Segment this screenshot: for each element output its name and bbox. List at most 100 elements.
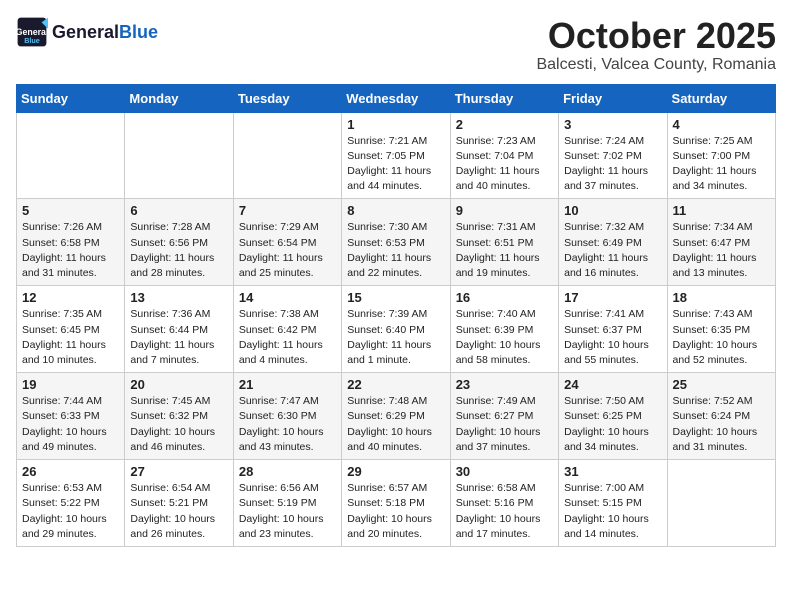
day-number: 28 bbox=[239, 464, 336, 479]
day-info: Sunrise: 7:35 AMSunset: 6:45 PMDaylight:… bbox=[22, 307, 119, 368]
calendar-cell: 31 Sunrise: 7:00 AMSunset: 5:15 PMDayligh… bbox=[559, 460, 667, 547]
day-info: Sunrise: 7:31 AMSunset: 6:51 PMDaylight:… bbox=[456, 220, 553, 281]
logo: General Blue GeneralBlue bbox=[16, 16, 158, 48]
day-info: Sunrise: 7:21 AMSunset: 7:05 PMDaylight:… bbox=[347, 134, 444, 195]
calendar-cell: 4 Sunrise: 7:25 AMSunset: 7:00 PMDaylight… bbox=[667, 112, 775, 199]
day-number: 9 bbox=[456, 203, 553, 218]
logo-text-blue: Blue bbox=[119, 22, 158, 42]
weekday-header: Sunday bbox=[17, 84, 125, 112]
title-block: October 2025 Balcesti, Valcea County, Ro… bbox=[536, 16, 776, 74]
day-number: 12 bbox=[22, 290, 119, 305]
calendar-cell: 1 Sunrise: 7:21 AMSunset: 7:05 PMDaylight… bbox=[342, 112, 450, 199]
day-number: 22 bbox=[347, 377, 444, 392]
calendar-cell: 29 Sunrise: 6:57 AMSunset: 5:18 PMDayligh… bbox=[342, 460, 450, 547]
day-number: 7 bbox=[239, 203, 336, 218]
day-number: 2 bbox=[456, 117, 553, 132]
calendar-cell: 21 Sunrise: 7:47 AMSunset: 6:30 PMDayligh… bbox=[233, 373, 341, 460]
day-info: Sunrise: 7:50 AMSunset: 6:25 PMDaylight:… bbox=[564, 394, 661, 455]
day-info: Sunrise: 7:26 AMSunset: 6:58 PMDaylight:… bbox=[22, 220, 119, 281]
day-number: 18 bbox=[673, 290, 770, 305]
day-info: Sunrise: 7:23 AMSunset: 7:04 PMDaylight:… bbox=[456, 134, 553, 195]
calendar-cell: 2 Sunrise: 7:23 AMSunset: 7:04 PMDaylight… bbox=[450, 112, 558, 199]
calendar-cell bbox=[233, 112, 341, 199]
calendar-cell: 24 Sunrise: 7:50 AMSunset: 6:25 PMDayligh… bbox=[559, 373, 667, 460]
calendar-week-row: 5 Sunrise: 7:26 AMSunset: 6:58 PMDaylight… bbox=[17, 199, 776, 286]
day-info: Sunrise: 7:49 AMSunset: 6:27 PMDaylight:… bbox=[456, 394, 553, 455]
calendar-cell: 23 Sunrise: 7:49 AMSunset: 6:27 PMDayligh… bbox=[450, 373, 558, 460]
day-info: Sunrise: 7:39 AMSunset: 6:40 PMDaylight:… bbox=[347, 307, 444, 368]
month-title: October 2025 bbox=[536, 16, 776, 56]
calendar-cell: 5 Sunrise: 7:26 AMSunset: 6:58 PMDaylight… bbox=[17, 199, 125, 286]
day-info: Sunrise: 7:47 AMSunset: 6:30 PMDaylight:… bbox=[239, 394, 336, 455]
calendar-cell: 26Sunrise: 6:53 AMSunset: 5:22 PMDayligh… bbox=[17, 460, 125, 547]
calendar-cell: 14Sunrise: 7:38 AMSunset: 6:42 PMDayligh… bbox=[233, 286, 341, 373]
day-number: 21 bbox=[239, 377, 336, 392]
calendar-cell: 18 Sunrise: 7:43 AMSunset: 6:35 PMDayligh… bbox=[667, 286, 775, 373]
calendar-cell: 27Sunrise: 6:54 AMSunset: 5:21 PMDayligh… bbox=[125, 460, 233, 547]
day-number: 31 bbox=[564, 464, 661, 479]
day-number: 4 bbox=[673, 117, 770, 132]
calendar-cell: 25 Sunrise: 7:52 AMSunset: 6:24 PMDayligh… bbox=[667, 373, 775, 460]
day-number: 26 bbox=[22, 464, 119, 479]
day-number: 15 bbox=[347, 290, 444, 305]
weekday-header-row: SundayMondayTuesdayWednesdayThursdayFrid… bbox=[17, 84, 776, 112]
calendar-cell bbox=[17, 112, 125, 199]
day-info: Sunrise: 6:57 AMSunset: 5:18 PMDaylight:… bbox=[347, 481, 444, 542]
calendar-cell: 8Sunrise: 7:30 AMSunset: 6:53 PMDaylight… bbox=[342, 199, 450, 286]
day-info: Sunrise: 7:24 AMSunset: 7:02 PMDaylight:… bbox=[564, 134, 661, 195]
calendar-cell: 3 Sunrise: 7:24 AMSunset: 7:02 PMDaylight… bbox=[559, 112, 667, 199]
day-number: 20 bbox=[130, 377, 227, 392]
calendar-table: SundayMondayTuesdayWednesdayThursdayFrid… bbox=[16, 84, 776, 547]
day-number: 24 bbox=[564, 377, 661, 392]
calendar-cell: 20Sunrise: 7:45 AMSunset: 6:32 PMDayligh… bbox=[125, 373, 233, 460]
calendar-cell bbox=[667, 460, 775, 547]
calendar-cell: 7 Sunrise: 7:29 AMSunset: 6:54 PMDaylight… bbox=[233, 199, 341, 286]
weekday-header: Friday bbox=[559, 84, 667, 112]
calendar-cell bbox=[125, 112, 233, 199]
day-info: Sunrise: 7:48 AMSunset: 6:29 PMDaylight:… bbox=[347, 394, 444, 455]
day-number: 30 bbox=[456, 464, 553, 479]
calendar-cell: 22 Sunrise: 7:48 AMSunset: 6:29 PMDayligh… bbox=[342, 373, 450, 460]
logo-text-general: General bbox=[52, 22, 119, 42]
calendar-cell: 6Sunrise: 7:28 AMSunset: 6:56 PMDaylight… bbox=[125, 199, 233, 286]
calendar-cell: 15 Sunrise: 7:39 AMSunset: 6:40 PMDayligh… bbox=[342, 286, 450, 373]
calendar-week-row: 19Sunrise: 7:44 AMSunset: 6:33 PMDayligh… bbox=[17, 373, 776, 460]
day-number: 1 bbox=[347, 117, 444, 132]
weekday-header: Tuesday bbox=[233, 84, 341, 112]
day-number: 29 bbox=[347, 464, 444, 479]
day-info: Sunrise: 7:52 AMSunset: 6:24 PMDaylight:… bbox=[673, 394, 770, 455]
day-number: 19 bbox=[22, 377, 119, 392]
day-info: Sunrise: 7:25 AMSunset: 7:00 PMDaylight:… bbox=[673, 134, 770, 195]
weekday-header: Wednesday bbox=[342, 84, 450, 112]
day-info: Sunrise: 7:43 AMSunset: 6:35 PMDaylight:… bbox=[673, 307, 770, 368]
day-number: 6 bbox=[130, 203, 227, 218]
calendar-cell: 11 Sunrise: 7:34 AMSunset: 6:47 PMDayligh… bbox=[667, 199, 775, 286]
location-title: Balcesti, Valcea County, Romania bbox=[536, 56, 776, 74]
day-number: 17 bbox=[564, 290, 661, 305]
day-info: Sunrise: 7:34 AMSunset: 6:47 PMDaylight:… bbox=[673, 220, 770, 281]
calendar-week-row: 12 Sunrise: 7:35 AMSunset: 6:45 PMDayligh… bbox=[17, 286, 776, 373]
calendar-cell: 13Sunrise: 7:36 AMSunset: 6:44 PMDayligh… bbox=[125, 286, 233, 373]
day-number: 16 bbox=[456, 290, 553, 305]
day-number: 5 bbox=[22, 203, 119, 218]
page-header: General Blue GeneralBlue October 2025 Ba… bbox=[16, 16, 776, 74]
day-info: Sunrise: 7:00 AMSunset: 5:15 PMDaylight:… bbox=[564, 481, 661, 542]
weekday-header: Thursday bbox=[450, 84, 558, 112]
day-number: 3 bbox=[564, 117, 661, 132]
svg-text:Blue: Blue bbox=[24, 36, 40, 45]
day-number: 25 bbox=[673, 377, 770, 392]
day-number: 27 bbox=[130, 464, 227, 479]
calendar-cell: 16Sunrise: 7:40 AMSunset: 6:39 PMDayligh… bbox=[450, 286, 558, 373]
logo-icon: General Blue bbox=[16, 16, 48, 48]
day-info: Sunrise: 7:30 AMSunset: 6:53 PMDaylight:… bbox=[347, 220, 444, 281]
day-info: Sunrise: 7:41 AMSunset: 6:37 PMDaylight:… bbox=[564, 307, 661, 368]
day-number: 23 bbox=[456, 377, 553, 392]
calendar-cell: 12 Sunrise: 7:35 AMSunset: 6:45 PMDayligh… bbox=[17, 286, 125, 373]
day-number: 10 bbox=[564, 203, 661, 218]
calendar-cell: 17 Sunrise: 7:41 AMSunset: 6:37 PMDayligh… bbox=[559, 286, 667, 373]
day-info: Sunrise: 7:29 AMSunset: 6:54 PMDaylight:… bbox=[239, 220, 336, 281]
day-info: Sunrise: 7:36 AMSunset: 6:44 PMDaylight:… bbox=[130, 307, 227, 368]
calendar-cell: 28Sunrise: 6:56 AMSunset: 5:19 PMDayligh… bbox=[233, 460, 341, 547]
day-number: 11 bbox=[673, 203, 770, 218]
day-info: Sunrise: 7:38 AMSunset: 6:42 PMDaylight:… bbox=[239, 307, 336, 368]
